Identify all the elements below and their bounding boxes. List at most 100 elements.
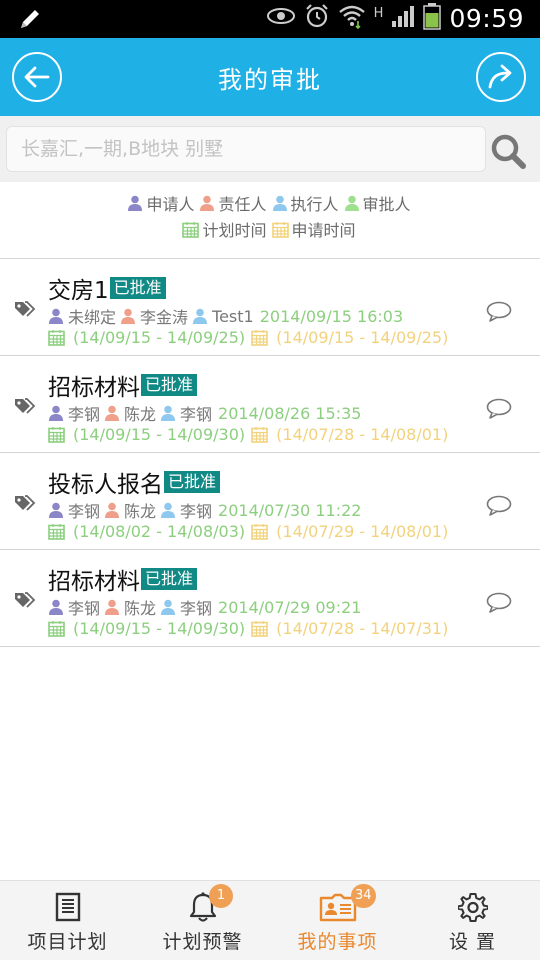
nav-label: 设 置 bbox=[448, 931, 497, 953]
item-title: 招标材料 bbox=[48, 569, 140, 595]
status-badge: 已批准 bbox=[109, 277, 166, 299]
apply-time-range: (14/09/15 - 14/09/25) bbox=[276, 328, 449, 347]
search-button[interactable] bbox=[490, 133, 526, 169]
approval-list-item[interactable]: 投标人报名 已批准 李钢 陈龙 李钢 2014/07/30 11:22 (14/… bbox=[0, 453, 540, 550]
comment-icon bbox=[486, 495, 512, 516]
person-icon bbox=[49, 308, 63, 324]
legend-approver-label: 审批人 bbox=[362, 195, 411, 214]
applicant-name: 未绑定 bbox=[68, 308, 117, 327]
nav-label: 项目计划 bbox=[27, 931, 108, 953]
comment-icon bbox=[486, 398, 512, 419]
item-dates: (14/08/02 - 14/08/03) (14/07/29 - 14/08/… bbox=[48, 522, 448, 541]
wifi-icon bbox=[338, 3, 366, 33]
search-icon bbox=[491, 134, 526, 169]
plan-time-range: (14/09/15 - 14/09/25) bbox=[73, 328, 246, 347]
legend-applicant-label: 申请人 bbox=[146, 195, 195, 214]
responsible-name: 陈龙 bbox=[124, 405, 157, 424]
person-icon bbox=[105, 405, 120, 421]
clock-time: 09:59 bbox=[449, 3, 524, 33]
share-button[interactable] bbox=[476, 52, 526, 102]
item-title-line: 招标材料 已批准 bbox=[48, 562, 198, 596]
app-header: 我的审批 bbox=[0, 38, 540, 116]
tag-icon bbox=[14, 398, 36, 418]
comment-button[interactable] bbox=[486, 495, 512, 521]
search-bar bbox=[0, 116, 540, 182]
search-input[interactable] bbox=[6, 126, 486, 172]
item-title: 交房1 bbox=[48, 278, 109, 304]
calendar-icon bbox=[251, 621, 268, 637]
comment-button[interactable] bbox=[486, 592, 512, 618]
item-people: 李钢 陈龙 李钢 2014/07/30 11:22 bbox=[48, 498, 361, 522]
item-dates: (14/09/15 - 14/09/30) (14/07/28 - 14/08/… bbox=[48, 425, 448, 444]
calendar-icon bbox=[251, 330, 268, 346]
eye-icon bbox=[266, 5, 296, 31]
share-forward-icon bbox=[488, 64, 512, 89]
item-timestamp: 2014/07/30 11:22 bbox=[218, 500, 362, 520]
status-bar: H 09:59 bbox=[0, 0, 540, 38]
legend: 申请人 责任人 执行人 审批人 计划时间 申请时间 bbox=[0, 190, 540, 242]
notification-badge: 34 bbox=[351, 884, 376, 908]
apply-time-range: (14/07/28 - 14/07/31) bbox=[276, 619, 449, 638]
document-icon bbox=[55, 891, 81, 923]
responsible-name: 陈龙 bbox=[124, 502, 157, 521]
responsible-name: 陈龙 bbox=[124, 599, 157, 618]
responsible-name: 李金涛 bbox=[140, 308, 189, 327]
nav-label: 计划预警 bbox=[162, 931, 243, 953]
comment-icon bbox=[486, 592, 512, 613]
tag-icon bbox=[14, 495, 36, 515]
status-badge: 已批准 bbox=[164, 471, 221, 493]
nav-settings[interactable]: 设 置 bbox=[405, 881, 540, 960]
pencil-icon bbox=[18, 7, 44, 35]
nav-label: 我的事项 bbox=[297, 931, 378, 953]
status-badge: 已批准 bbox=[141, 568, 198, 590]
calendar-icon bbox=[48, 524, 65, 540]
person-icon bbox=[49, 405, 63, 421]
comment-button[interactable] bbox=[486, 301, 512, 327]
person-icon bbox=[105, 599, 120, 615]
person-icon bbox=[49, 502, 63, 518]
item-people: 李钢 陈龙 李钢 2014/08/26 15:35 bbox=[48, 401, 361, 425]
calendar-icon bbox=[251, 427, 268, 443]
item-title: 招标材料 bbox=[48, 375, 140, 401]
item-title-line: 招标材料 已批准 bbox=[48, 368, 198, 402]
plan-time-range: (14/09/15 - 14/09/30) bbox=[73, 619, 246, 638]
apply-time-range: (14/07/28 - 14/08/01) bbox=[276, 425, 449, 444]
nav-my-items[interactable]: 我的事项 34 bbox=[270, 881, 405, 960]
person-icon bbox=[193, 308, 208, 324]
executor-name: 李钢 bbox=[180, 405, 213, 424]
calendar-icon bbox=[48, 621, 65, 637]
plan-time-range: (14/08/02 - 14/08/03) bbox=[73, 522, 246, 541]
person-icon bbox=[121, 308, 136, 324]
legend-executor-label: 执行人 bbox=[290, 195, 339, 214]
item-title-line: 投标人报名 已批准 bbox=[48, 465, 221, 499]
tag-icon bbox=[14, 592, 36, 612]
applicant-name: 李钢 bbox=[68, 599, 101, 618]
legend-roles-row: 申请人 责任人 执行人 审批人 bbox=[0, 190, 540, 216]
nav-plan-warning[interactable]: 计划预警 1 bbox=[135, 881, 270, 960]
person-icon bbox=[272, 195, 287, 211]
apply-time-range: (14/07/29 - 14/08/01) bbox=[276, 522, 449, 541]
legend-times-row: 计划时间 申请时间 bbox=[0, 216, 540, 242]
person-icon bbox=[105, 502, 120, 518]
approval-list-item[interactable]: 招标材料 已批准 李钢 陈龙 李钢 2014/07/29 09:21 (14/0… bbox=[0, 550, 540, 647]
item-timestamp: 2014/09/15 16:03 bbox=[259, 306, 404, 326]
tag-icon bbox=[14, 301, 36, 321]
item-timestamp: 2014/07/29 09:21 bbox=[218, 597, 362, 617]
signal-icon bbox=[391, 4, 415, 32]
person-icon bbox=[161, 502, 176, 518]
comment-button[interactable] bbox=[486, 398, 512, 424]
plan-time-range: (14/09/15 - 14/09/30) bbox=[73, 425, 246, 444]
executor-name: 李钢 bbox=[180, 502, 213, 521]
page-title: 我的审批 bbox=[218, 66, 322, 94]
nav-project-plan[interactable]: 项目计划 bbox=[0, 881, 135, 960]
person-icon bbox=[161, 599, 176, 615]
applicant-name: 李钢 bbox=[68, 502, 101, 521]
item-timestamp: 2014/08/26 15:35 bbox=[218, 403, 362, 423]
approval-list-item[interactable]: 交房1 已批准 未绑定 李金涛 Test1 2014/09/15 16:03 (… bbox=[0, 259, 540, 356]
approval-list: 交房1 已批准 未绑定 李金涛 Test1 2014/09/15 16:03 (… bbox=[0, 259, 540, 647]
approval-list-item[interactable]: 招标材料 已批准 李钢 陈龙 李钢 2014/08/26 15:35 (14/0… bbox=[0, 356, 540, 453]
executor-name: 李钢 bbox=[180, 599, 213, 618]
person-icon bbox=[49, 599, 63, 615]
calendar-icon bbox=[182, 221, 200, 238]
item-people: 未绑定 李金涛 Test1 2014/09/15 16:03 bbox=[48, 304, 403, 328]
